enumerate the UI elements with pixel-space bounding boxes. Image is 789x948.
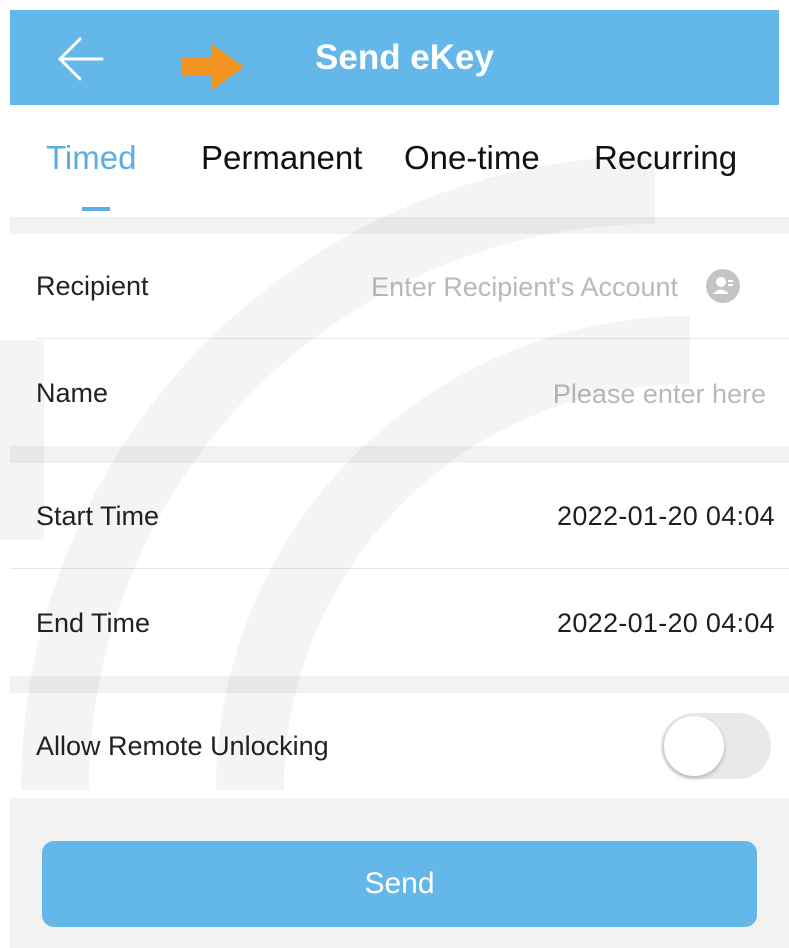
page-title: Send eKey xyxy=(315,38,494,77)
toggle-knob xyxy=(664,716,724,776)
tab-recurring[interactable]: Recurring xyxy=(594,139,737,177)
recipient-label: Recipient xyxy=(36,271,149,301)
name-input[interactable] xyxy=(430,375,766,413)
tab-timed[interactable]: Timed xyxy=(46,139,136,177)
send-button[interactable]: Send xyxy=(42,841,757,927)
end-time-label: End Time xyxy=(36,608,151,638)
ekey-type-tabs: Timed Permanent One-time Recurring xyxy=(0,105,789,217)
active-tab-indicator xyxy=(82,207,110,211)
name-row: Name xyxy=(10,340,789,446)
end-time-value: 2022-01-20 04:04 xyxy=(557,608,775,638)
app-header: Send eKey xyxy=(10,10,779,105)
tab-one-time[interactable]: One-time xyxy=(404,139,540,177)
section-divider xyxy=(10,217,789,234)
section-divider xyxy=(10,446,789,463)
start-time-value: 2022-01-20 04:04 xyxy=(557,501,775,531)
remote-unlock-label: Allow Remote Unlocking xyxy=(36,731,329,761)
start-time-row[interactable]: Start Time 2022-01-20 04:04 xyxy=(10,463,789,569)
tab-permanent[interactable]: Permanent xyxy=(201,139,362,177)
start-time-label: Start Time xyxy=(36,501,160,531)
recipient-row: Recipient xyxy=(10,234,789,339)
send-ekey-screen: Send eKey Timed Permanent One-time Recur… xyxy=(0,0,789,948)
recipient-input[interactable] xyxy=(290,268,678,306)
remote-unlock-toggle[interactable] xyxy=(661,713,771,779)
contact-book-icon[interactable] xyxy=(706,269,740,303)
end-time-row[interactable]: End Time 2022-01-20 04:04 xyxy=(10,570,789,676)
section-divider xyxy=(10,676,789,693)
row-divider xyxy=(36,338,789,339)
name-label: Name xyxy=(36,378,109,408)
row-divider xyxy=(10,568,789,569)
